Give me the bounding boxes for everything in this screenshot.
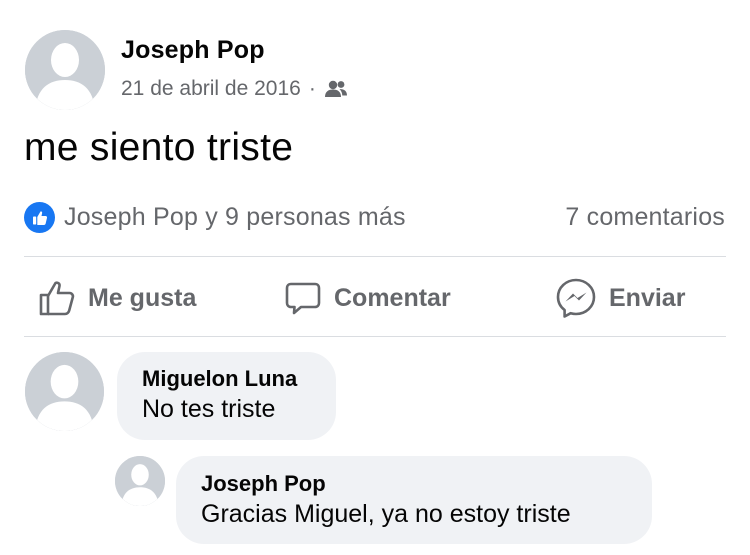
- reply-text: Gracias Miguel, ya no estoy triste: [201, 500, 571, 528]
- reactions-summary[interactable]: Joseph Pop y 9 personas más: [64, 203, 406, 232]
- like-button[interactable]: Me gusta: [38, 276, 196, 320]
- post-date[interactable]: 21 de abril de 2016: [121, 77, 301, 101]
- thumbs-up-icon: [32, 210, 47, 225]
- like-badge-icon[interactable]: [24, 202, 55, 233]
- post-meta: 21 de abril de 2016 ·: [121, 77, 348, 101]
- commenter-avatar[interactable]: [25, 352, 104, 431]
- messenger-icon: [556, 278, 596, 318]
- comment-bubble-icon: [285, 282, 321, 315]
- thumbs-up-outline-icon: [39, 281, 75, 316]
- divider: [24, 256, 726, 257]
- post-author-name[interactable]: Joseph Pop: [121, 36, 265, 65]
- default-avatar-icon: [25, 352, 104, 431]
- reply-author[interactable]: Joseph Pop: [201, 471, 326, 497]
- comment-author[interactable]: Miguelon Luna: [142, 366, 297, 392]
- default-avatar-icon: [25, 30, 105, 110]
- divider: [24, 336, 726, 337]
- comments-count[interactable]: 7 comentarios: [565, 203, 725, 232]
- reply-avatar[interactable]: [115, 456, 165, 506]
- send-button[interactable]: Enviar: [555, 276, 685, 320]
- default-avatar-icon: [115, 456, 165, 506]
- comment-label: Comentar: [334, 283, 451, 312]
- comment-button[interactable]: Comentar: [284, 276, 451, 320]
- post-text: me siento triste: [24, 126, 294, 169]
- comment-text: No tes triste: [142, 395, 276, 423]
- send-label: Enviar: [609, 283, 686, 312]
- post-author-avatar[interactable]: [25, 30, 105, 110]
- friends-icon[interactable]: [324, 79, 348, 99]
- meta-separator: ·: [308, 77, 316, 100]
- like-label: Me gusta: [88, 283, 197, 312]
